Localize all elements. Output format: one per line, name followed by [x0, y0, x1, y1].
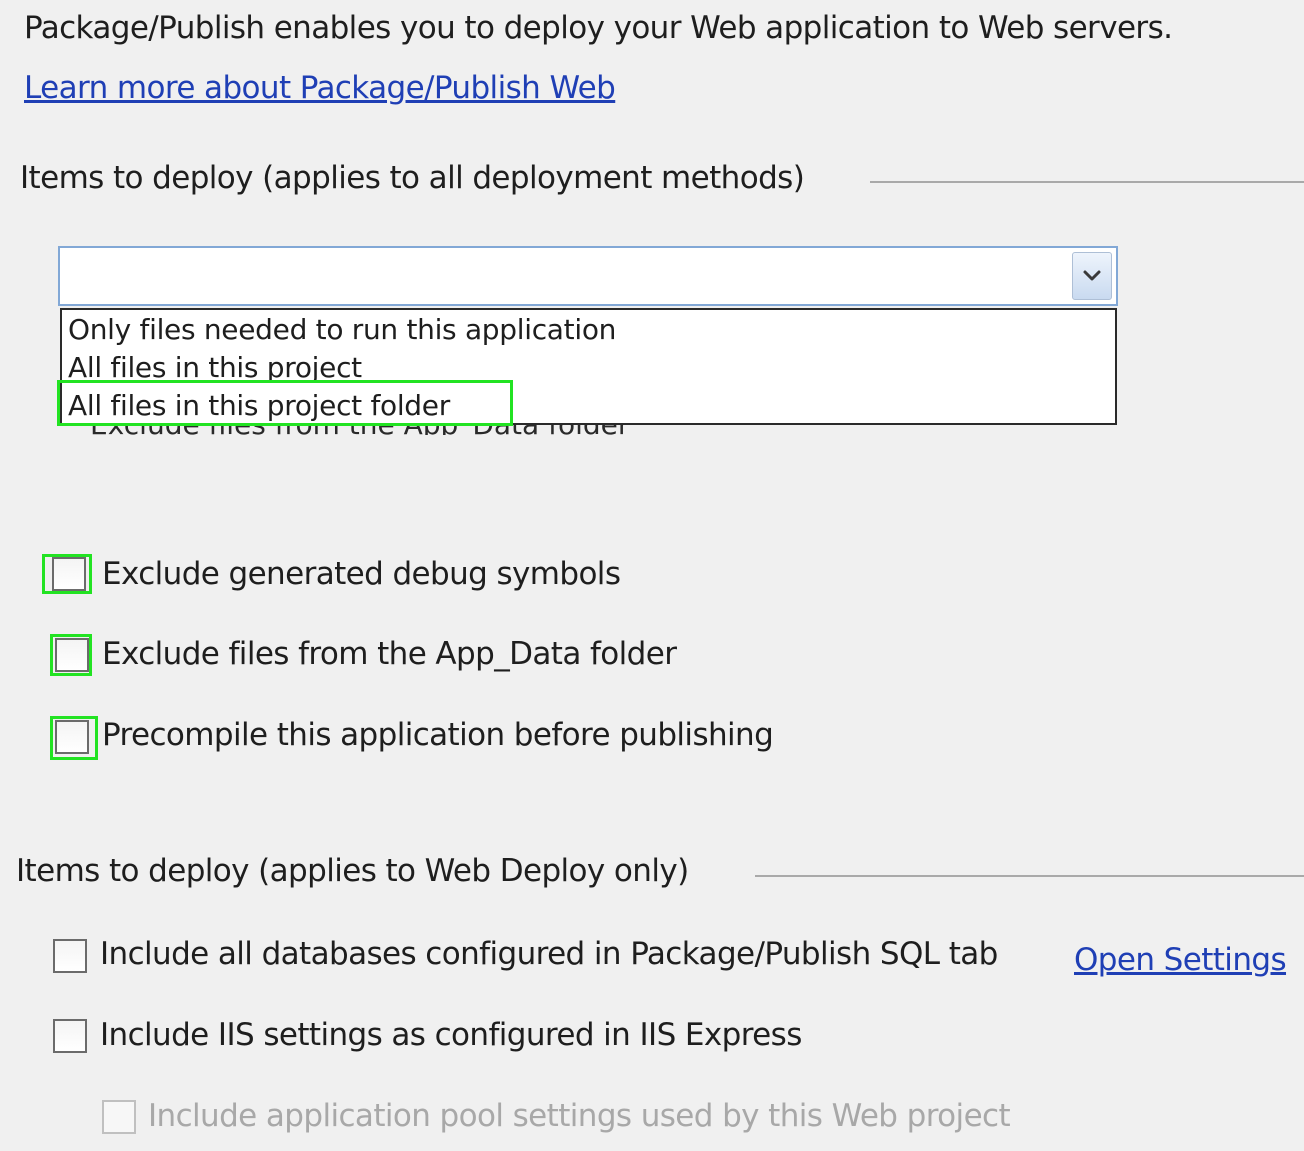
- include-databases-label[interactable]: Include all databases configured in Pack…: [100, 934, 998, 974]
- group-header-all-methods: Items to deploy (applies to all deployme…: [20, 160, 805, 196]
- group-divider-all-methods: [870, 181, 1304, 183]
- precompile-label[interactable]: Precompile this application before publi…: [102, 715, 774, 755]
- dropdown-option-only-needed-files[interactable]: Only files needed to run this applicatio…: [68, 312, 616, 348]
- checkbox-highlight-outline: [42, 554, 92, 594]
- include-app-pool-checkbox: [102, 1100, 136, 1134]
- chevron-down-icon: [1083, 270, 1101, 281]
- include-iis-settings-checkbox[interactable]: [53, 1019, 87, 1053]
- checkbox-highlight-outline: [50, 634, 92, 676]
- include-databases-checkbox[interactable]: [53, 939, 87, 973]
- open-settings-link[interactable]: Open Settings: [1074, 940, 1287, 980]
- highlighted-option-outline: [57, 380, 513, 426]
- intro-text: Package/Publish enables you to deploy yo…: [24, 10, 1173, 46]
- learn-more-link[interactable]: Learn more about Package/Publish Web: [24, 68, 616, 108]
- underlying-text-fragment: Exclude files from the App_Data folder: [60, 425, 700, 435]
- exclude-app-data-label[interactable]: Exclude files from the App_Data folder: [102, 634, 677, 674]
- include-iis-settings-label[interactable]: Include IIS settings as configured in II…: [100, 1015, 802, 1055]
- group-header-web-deploy: Items to deploy (applies to Web Deploy o…: [16, 853, 689, 889]
- include-app-pool-label: Include application pool settings used b…: [148, 1098, 1011, 1134]
- dropdown-button[interactable]: [1072, 252, 1112, 300]
- items-to-deploy-combobox[interactable]: [58, 246, 1118, 306]
- checkbox-highlight-outline: [50, 716, 98, 760]
- exclude-debug-symbols-label[interactable]: Exclude generated debug symbols: [102, 554, 621, 594]
- group-divider-web-deploy: [755, 875, 1304, 877]
